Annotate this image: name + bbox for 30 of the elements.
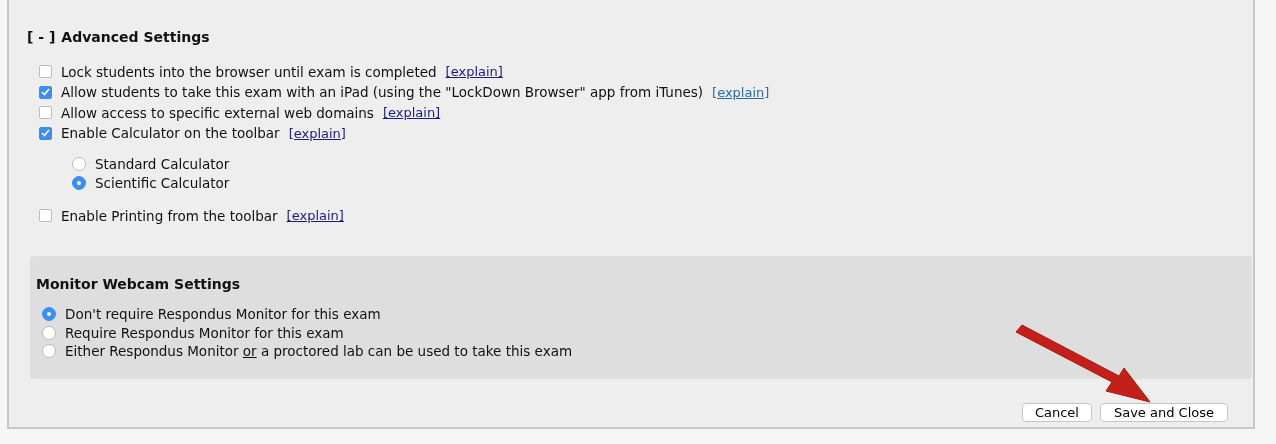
option-label: Standard Calculator: [95, 155, 230, 172]
explain-link[interactable]: [explain]: [288, 125, 346, 141]
explain-link[interactable]: [explain]: [286, 208, 344, 224]
cancel-button[interactable]: Cancel: [1021, 402, 1092, 422]
checkbox[interactable]: [39, 209, 52, 223]
explain-link[interactable]: [explain]: [382, 105, 441, 121]
radio-button[interactable]: [72, 176, 86, 191]
option-label: Scientific Calculator: [95, 175, 230, 192]
checkbox[interactable]: [39, 126, 52, 140]
collapse-toggle[interactable]: [ - ]: [27, 29, 56, 45]
option-label: Require Respondus Monitor for this exam: [65, 324, 344, 341]
radio-button[interactable]: [42, 325, 56, 340]
option-label: Allow students to take this exam with an iPad (using the "LockDown Browser" app from iTunes): [61, 84, 704, 101]
option-label: Allow access to specific external web domains: [61, 104, 374, 121]
save-button[interactable]: Save and Close: [1099, 402, 1228, 422]
section-title: Advanced Settings: [61, 29, 210, 45]
checkbox[interactable]: [39, 65, 52, 79]
option-label: Enable Calculator on the toolbar: [61, 125, 280, 142]
option-label: Lock students into the browser until exam is completed: [61, 63, 437, 80]
option-label: Don't require Respondus Monitor for this exam: [65, 306, 381, 323]
explain-link[interactable]: [explain]: [712, 84, 770, 100]
section-title: Monitor Webcam Settings: [36, 275, 241, 292]
explain-link[interactable]: [explain]: [445, 64, 503, 80]
checkbox[interactable]: [39, 106, 52, 120]
checkbox[interactable]: [39, 85, 52, 99]
radio-button[interactable]: [42, 307, 56, 322]
radio-button[interactable]: [72, 156, 86, 171]
option-label: Enable Printing from the toolbar: [61, 207, 278, 224]
radio-button[interactable]: [42, 344, 56, 359]
option-label: Either Respondus Monitor or a proctored lab can be used to take this exam: [65, 343, 573, 360]
